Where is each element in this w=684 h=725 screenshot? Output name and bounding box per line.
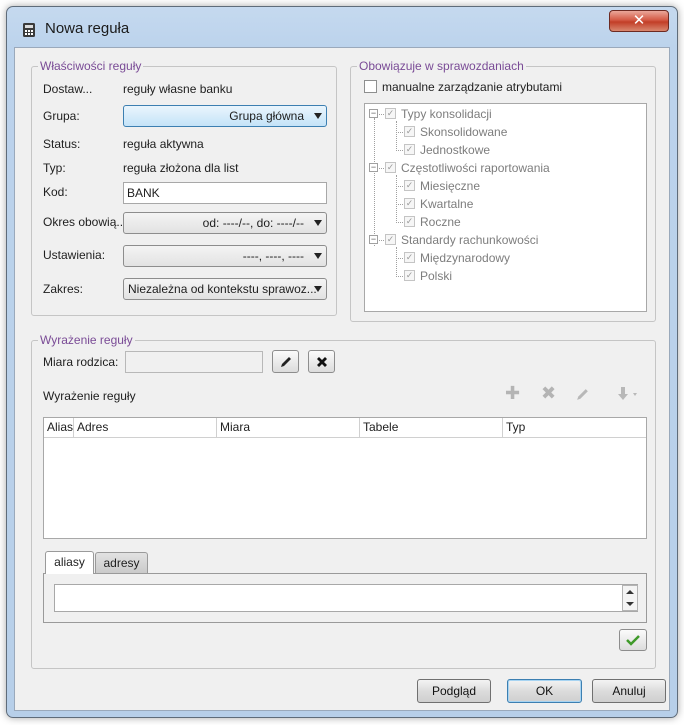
tree-connector bbox=[396, 247, 397, 277]
tree-checkbox-quarterly[interactable]: ✓ bbox=[404, 198, 415, 209]
tree-node-international[interactable]: Międzynarodowy bbox=[420, 251, 510, 265]
group-combo-value: Grupa główna bbox=[229, 109, 304, 123]
rule-expression-legend: Wyrażenie reguły bbox=[38, 333, 135, 347]
tree-checkbox-accounting-standards[interactable]: ✓ bbox=[385, 234, 396, 245]
code-label: Kod: bbox=[43, 185, 68, 199]
tree-checkbox-yearly[interactable]: ✓ bbox=[404, 216, 415, 227]
checkmark-icon bbox=[626, 635, 640, 646]
tree-checkbox-international[interactable]: ✓ bbox=[404, 252, 415, 263]
close-icon: ✕ bbox=[632, 12, 646, 29]
tree-node-consolidated[interactable]: Skonsolidowane bbox=[420, 125, 507, 139]
validate-button[interactable] bbox=[619, 629, 647, 651]
validity-period-label: Okres obowią... bbox=[43, 215, 127, 229]
tree-node-reporting-frequencies[interactable]: Częstotliwości raportowania bbox=[401, 161, 550, 175]
rule-properties-legend: Właściwości reguły bbox=[38, 59, 144, 73]
tree-checkbox-consolidation-types[interactable]: ✓ bbox=[385, 108, 396, 119]
add-icon[interactable]: ✚ bbox=[505, 383, 520, 404]
arrow-down-icon[interactable] bbox=[617, 386, 639, 402]
parent-measure-input[interactable] bbox=[125, 351, 263, 373]
aliases-text-area[interactable] bbox=[54, 584, 638, 612]
type-label: Typ: bbox=[43, 161, 66, 175]
settings-combo-value: ----, ----, ---- bbox=[242, 249, 304, 263]
tree-node-polish[interactable]: Polski bbox=[420, 269, 452, 283]
reports-group: Obowiązuje w sprawozdaniach manualne zar… bbox=[350, 59, 656, 322]
column-header-alias[interactable]: Alias bbox=[44, 418, 74, 438]
expression-section-label: Wyrażenie reguły bbox=[43, 389, 136, 403]
chevron-down-icon bbox=[314, 220, 322, 226]
chevron-down-icon bbox=[314, 253, 322, 259]
tree-collapse-icon[interactable]: − bbox=[369, 109, 378, 118]
settings-combo[interactable]: ----, ----, ---- bbox=[123, 245, 327, 267]
pencil-icon bbox=[280, 357, 291, 367]
manual-attributes-checkbox[interactable] bbox=[364, 80, 377, 93]
tab-addresses[interactable]: adresy bbox=[95, 552, 148, 574]
scroll-down-icon[interactable] bbox=[626, 602, 634, 606]
tree-collapse-icon[interactable]: − bbox=[369, 163, 378, 172]
scope-label: Zakres: bbox=[43, 282, 84, 296]
rule-properties-group: Właściwości reguły Dostaw... reguły włas… bbox=[31, 59, 337, 316]
cancel-button[interactable]: Anuluj bbox=[592, 679, 666, 703]
edit-parent-button[interactable] bbox=[272, 350, 299, 373]
column-header-address[interactable]: Adres bbox=[74, 418, 217, 438]
code-input[interactable]: BANK bbox=[123, 182, 327, 204]
tree-node-quarterly[interactable]: Kwartalne bbox=[420, 197, 473, 211]
tree-connector bbox=[396, 121, 397, 151]
rule-expression-group: Wyrażenie reguły Miara rodzica: Wyrażeni… bbox=[31, 333, 656, 669]
tree-node-accounting-standards[interactable]: Standardy rachunkowości bbox=[401, 233, 538, 247]
reports-tree: − ✓ Typy konsolidacji ✓ Skonsolidowane ✓… bbox=[364, 103, 647, 312]
tree-connector bbox=[396, 175, 397, 223]
tree-checkbox-standalone[interactable]: ✓ bbox=[404, 144, 415, 155]
ok-button[interactable]: OK bbox=[507, 679, 582, 703]
preview-button[interactable]: Podgląd bbox=[417, 679, 491, 703]
tree-node-monthly[interactable]: Miesięczne bbox=[420, 179, 480, 193]
tree-checkbox-monthly[interactable]: ✓ bbox=[404, 180, 415, 191]
status-value: reguła aktywna bbox=[123, 137, 204, 151]
validity-period-combo[interactable]: od: ----/--, do: ----/-- bbox=[123, 212, 327, 234]
settings-label: Ustawienia: bbox=[43, 248, 106, 262]
delete-icon[interactable]: ✖ bbox=[541, 383, 556, 404]
tree-connector bbox=[374, 118, 375, 246]
dialog-window: Nowa reguła ✕ Właściwości reguły Dostaw.… bbox=[6, 6, 678, 718]
tab-panel-aliases bbox=[43, 573, 647, 623]
provider-label: Dostaw... bbox=[43, 82, 93, 96]
group-combo[interactable]: Grupa główna bbox=[123, 105, 327, 127]
parent-measure-label: Miara rodzica: bbox=[43, 355, 119, 369]
scope-combo[interactable]: Niezależna od kontekstu sprawoz... bbox=[123, 278, 327, 300]
column-header-type[interactable]: Typ bbox=[503, 418, 646, 438]
scope-combo-value: Niezależna od kontekstu sprawoz... bbox=[128, 282, 317, 296]
close-button[interactable]: ✕ bbox=[609, 10, 669, 32]
dialog-client-area: Właściwości reguły Dostaw... reguły włas… bbox=[14, 47, 670, 711]
group-label: Grupa: bbox=[43, 109, 80, 123]
column-header-measure[interactable]: Miara bbox=[217, 418, 360, 438]
chevron-down-icon bbox=[314, 286, 322, 292]
validity-period-value: od: ----/--, do: ----/-- bbox=[202, 216, 304, 230]
tree-checkbox-reporting-frequencies[interactable]: ✓ bbox=[385, 162, 396, 173]
close-icon bbox=[316, 357, 327, 367]
window-title: Nowa reguła bbox=[45, 20, 130, 37]
tree-node-standalone[interactable]: Jednostkowe bbox=[420, 143, 490, 157]
pencil-icon[interactable] bbox=[575, 387, 590, 402]
code-input-value: BANK bbox=[127, 186, 160, 200]
manual-attributes-label: manualne zarządzanie atrybutami bbox=[382, 80, 563, 94]
type-value: reguła złożona dla list bbox=[123, 161, 239, 175]
tree-collapse-icon[interactable]: − bbox=[369, 235, 378, 244]
chevron-down-icon bbox=[314, 113, 322, 119]
reports-legend: Obowiązuje w sprawozdaniach bbox=[357, 59, 526, 73]
tree-node-consolidation-types[interactable]: Typy konsolidacji bbox=[401, 107, 492, 121]
expression-table[interactable]: Alias Adres Miara Tabele Typ bbox=[43, 417, 647, 539]
tree-checkbox-consolidated[interactable]: ✓ bbox=[404, 126, 415, 137]
title-bar[interactable]: Nowa reguła ✕ bbox=[7, 7, 677, 49]
column-header-tables[interactable]: Tabele bbox=[360, 418, 503, 438]
aliases-scroll[interactable] bbox=[622, 585, 638, 611]
provider-value: reguły własne banku bbox=[123, 82, 233, 96]
scroll-up-icon[interactable] bbox=[626, 590, 634, 594]
calculator-icon bbox=[23, 23, 35, 37]
tab-aliases[interactable]: aliasy bbox=[45, 551, 94, 574]
tree-checkbox-polish[interactable]: ✓ bbox=[404, 270, 415, 281]
status-label: Status: bbox=[43, 137, 81, 151]
clear-parent-button[interactable] bbox=[308, 350, 335, 373]
tree-node-yearly[interactable]: Roczne bbox=[420, 215, 461, 229]
